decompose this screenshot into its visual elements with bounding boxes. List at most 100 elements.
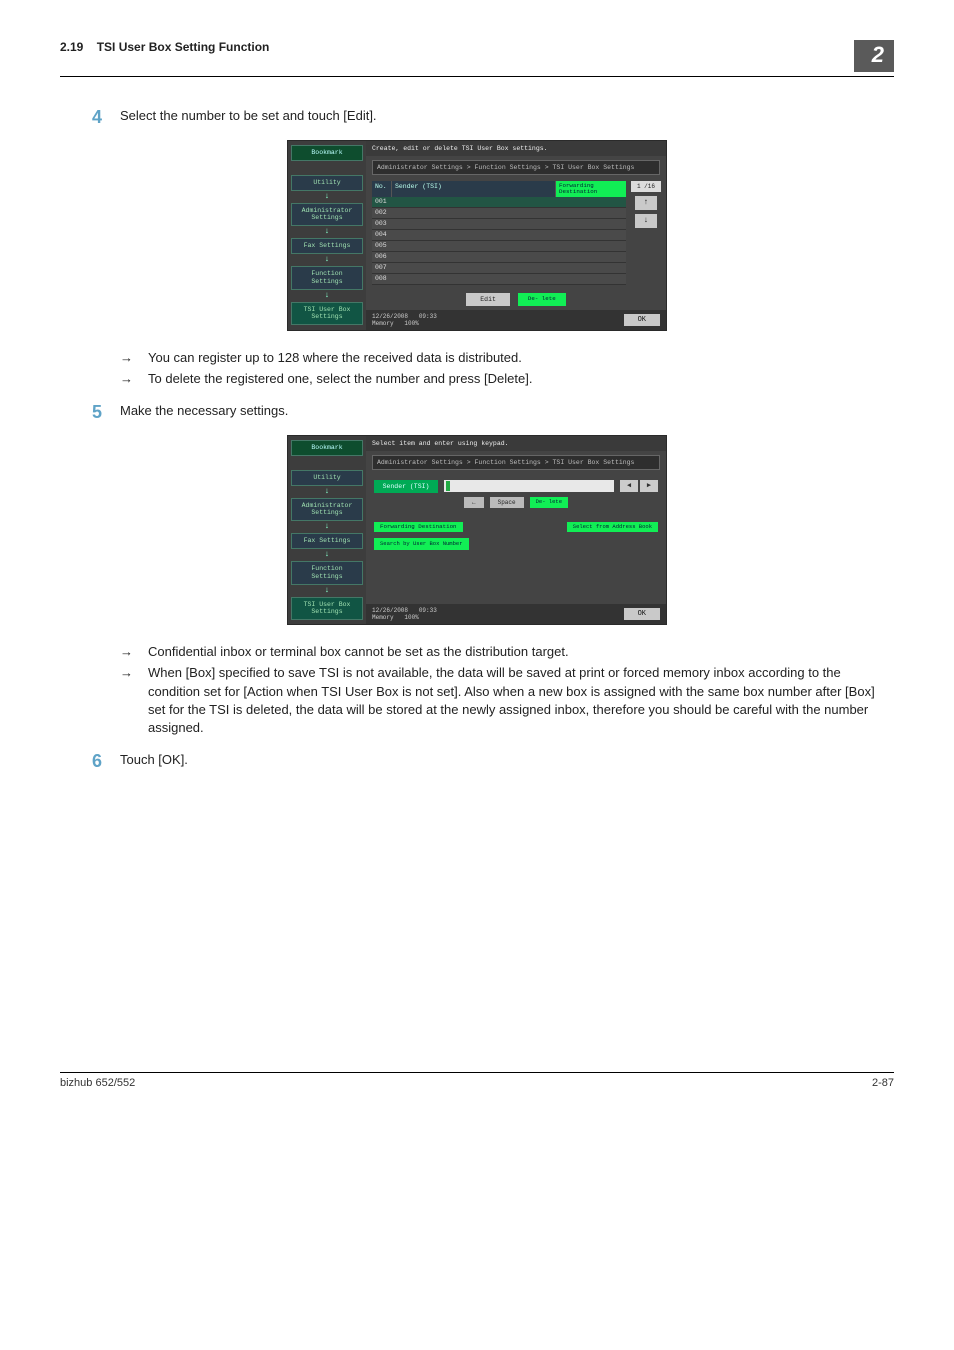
nav-arrow-icon: ↓ <box>291 552 363 558</box>
screenshot-1-wrap: Bookmark Utility ↓ Administrator Setting… <box>60 140 894 331</box>
delete-button[interactable]: De- lete <box>530 497 568 508</box>
screen2-breadcrumb: Administrator Settings > Function Settin… <box>372 455 660 470</box>
arrow-icon: → <box>120 643 148 661</box>
table-row[interactable]: 007 <box>372 263 626 274</box>
delete-button[interactable]: De- lete <box>518 293 566 306</box>
select-address-book-button[interactable]: Select from Address Book <box>567 522 658 532</box>
footer-left: bizhub 652/552 <box>60 1077 135 1089</box>
cursor-arrows: ◀ ▶ <box>620 480 658 492</box>
nav-admin-settings[interactable]: Administrator Settings <box>291 203 363 227</box>
table-row[interactable]: 001 <box>372 197 626 208</box>
table-row[interactable]: 004 <box>372 230 626 241</box>
sender-field-row: Sender (TSI) ◀ ▶ <box>374 480 658 493</box>
pager-column: 1 /16 ↑ ↓ <box>630 181 662 285</box>
step-5: 5 Make the necessary settings. <box>60 402 894 423</box>
step-6-text: Touch [OK]. <box>120 751 894 772</box>
section-title: TSI User Box Setting Function <box>97 40 270 54</box>
text-cursor <box>446 481 450 491</box>
nav-fax-settings[interactable]: Fax Settings <box>291 533 363 549</box>
nav-bookmark[interactable]: Bookmark <box>291 145 363 161</box>
step-4: 4 Select the number to be set and touch … <box>60 107 894 128</box>
sender-label: Sender (TSI) <box>374 480 438 493</box>
nav-function-settings[interactable]: Function Settings <box>291 266 363 290</box>
nav-tsi-settings[interactable]: TSI User Box Settings <box>291 597 363 621</box>
screen1-breadcrumb: Administrator Settings > Function Settin… <box>372 160 660 175</box>
page-indicator: 1 /16 <box>631 181 661 192</box>
nav-arrow-icon: ↓ <box>291 489 363 495</box>
cursor-right-button[interactable]: ▶ <box>640 480 658 492</box>
step-4-note: → To delete the registered one, select t… <box>120 370 894 388</box>
ok-button[interactable]: OK <box>624 608 660 620</box>
nav-utility[interactable]: Utility <box>291 175 363 191</box>
step-5-text: Make the necessary settings. <box>120 402 894 423</box>
sender-input[interactable] <box>444 480 614 492</box>
backspace-button[interactable]: ← <box>464 497 484 508</box>
nav-arrow-icon: ↓ <box>291 524 363 530</box>
step-4-text: Select the number to be set and touch [E… <box>120 107 894 128</box>
nav-arrow-icon: ↓ <box>291 194 363 200</box>
table-header-row: No. Sender (TSI) Forwarding Destination <box>372 181 626 197</box>
chapter-badge: 2 <box>854 40 894 72</box>
step-5-note: → Confidential inbox or terminal box can… <box>120 643 894 661</box>
step-6-number: 6 <box>60 751 120 772</box>
status-left: 12/26/2008 09:33 Memory 100% <box>372 607 437 621</box>
screen1-main: Create, edit or delete TSI User Box sett… <box>366 141 666 330</box>
step-5-note: → When [Box] specified to save TSI is no… <box>120 664 894 737</box>
ok-button[interactable]: OK <box>624 314 660 326</box>
th-forwarding: Forwarding Destination <box>556 181 626 197</box>
status-left: 12/26/2008 09:33 Memory 100% <box>372 313 437 327</box>
nav-arrow-icon: ↓ <box>291 293 363 299</box>
nav-arrow-icon: ↓ <box>291 257 363 263</box>
footer-right: 2-87 <box>872 1077 894 1089</box>
space-button[interactable]: Space <box>490 497 524 508</box>
step-5-number: 5 <box>60 402 120 423</box>
nav-tsi-settings[interactable]: TSI User Box Settings <box>291 302 363 326</box>
step-4-note: → You can register up to 128 where the r… <box>120 349 894 367</box>
screen1-table: No. Sender (TSI) Forwarding Destination … <box>372 181 626 285</box>
screen1-nav-column: Bookmark Utility ↓ Administrator Setting… <box>288 141 366 330</box>
table-row[interactable]: 005 <box>372 241 626 252</box>
screen2-message: Select item and enter using keypad. <box>366 436 666 451</box>
nav-fax-settings[interactable]: Fax Settings <box>291 238 363 254</box>
table-row[interactable]: 002 <box>372 208 626 219</box>
page-up-button[interactable]: ↑ <box>635 196 657 210</box>
screen1-message: Create, edit or delete TSI User Box sett… <box>366 141 666 156</box>
nav-arrow-icon: ↓ <box>291 229 363 235</box>
nav-bookmark[interactable]: Bookmark <box>291 440 363 456</box>
table-row[interactable]: 008 <box>372 274 626 285</box>
screen1-status-bar: 12/26/2008 09:33 Memory 100% OK <box>366 310 666 330</box>
forwarding-row: Forwarding Destination Select from Addre… <box>374 522 658 532</box>
nav-admin-settings[interactable]: Administrator Settings <box>291 498 363 522</box>
cursor-left-button[interactable]: ◀ <box>620 480 638 492</box>
screen2-main: Select item and enter using keypad. Admi… <box>366 436 666 624</box>
table-row[interactable]: 003 <box>372 219 626 230</box>
arrow-icon: → <box>120 349 148 367</box>
arrow-icon: → <box>120 664 148 737</box>
screen1-actions: Edit De- lete <box>366 287 666 310</box>
page-header: 2.19 TSI User Box Setting Function 2 <box>60 40 894 77</box>
edit-button[interactable]: Edit <box>466 293 510 306</box>
step-4-number: 4 <box>60 107 120 128</box>
section-heading: 2.19 TSI User Box Setting Function <box>60 40 269 54</box>
page-footer: bizhub 652/552 2-87 <box>60 1072 894 1089</box>
nav-function-settings[interactable]: Function Settings <box>291 561 363 585</box>
search-by-box-button[interactable]: Search by User Box Number <box>374 538 469 550</box>
screenshot-2-wrap: Bookmark Utility ↓ Administrator Setting… <box>60 435 894 625</box>
table-row[interactable]: 006 <box>372 252 626 263</box>
screen1-table-area: No. Sender (TSI) Forwarding Destination … <box>366 179 666 287</box>
forwarding-label: Forwarding Destination <box>374 522 463 532</box>
step-6: 6 Touch [OK]. <box>60 751 894 772</box>
keypad-row: ← Space De- lete <box>374 497 658 508</box>
device-screen-1: Bookmark Utility ↓ Administrator Setting… <box>287 140 667 331</box>
nav-utility[interactable]: Utility <box>291 470 363 486</box>
th-no: No. <box>372 181 392 197</box>
screen2-form: Sender (TSI) ◀ ▶ ← Space De- lete Forwar… <box>366 474 666 604</box>
screen2-status-bar: 12/26/2008 09:33 Memory 100% OK <box>366 604 666 624</box>
section-number: 2.19 <box>60 40 83 54</box>
nav-arrow-icon: ↓ <box>291 588 363 594</box>
screen2-nav-column: Bookmark Utility ↓ Administrator Setting… <box>288 436 366 624</box>
th-sender: Sender (TSI) <box>392 181 556 197</box>
arrow-icon: → <box>120 370 148 388</box>
page-down-button[interactable]: ↓ <box>635 214 657 228</box>
device-screen-2: Bookmark Utility ↓ Administrator Setting… <box>287 435 667 625</box>
